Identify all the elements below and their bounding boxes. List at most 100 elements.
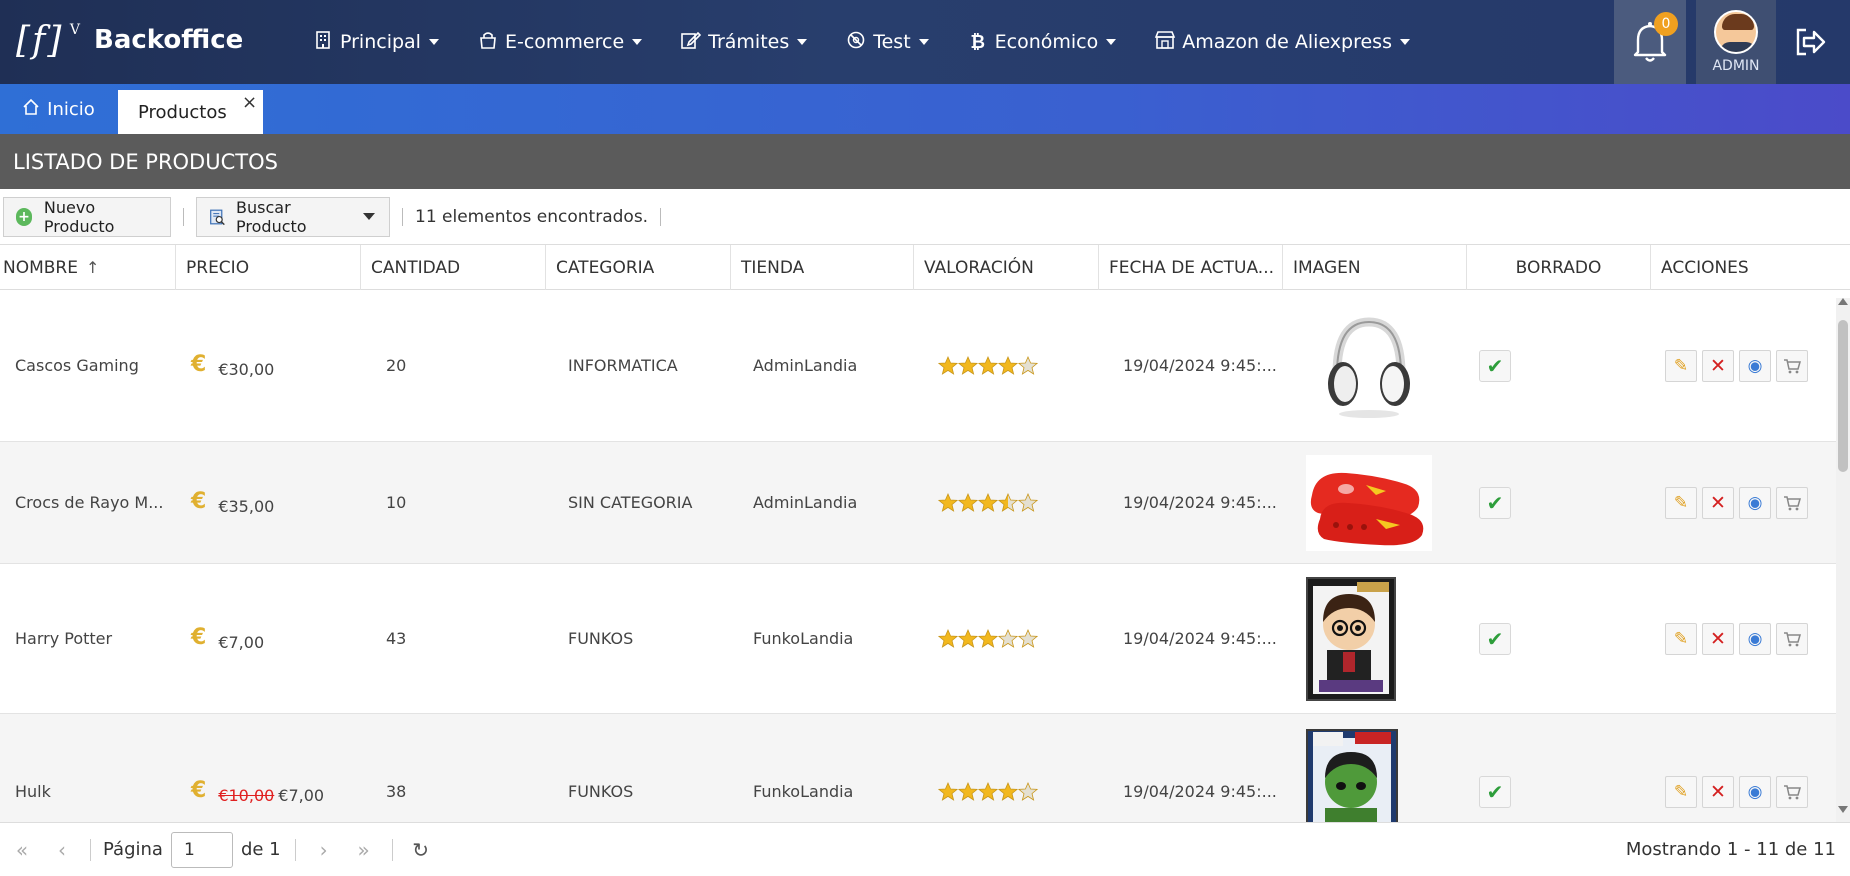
column-header-acciones: ACCIONES <box>1651 245 1850 290</box>
tab-label: Inicio <box>47 98 95 120</box>
store-icon <box>1154 30 1176 54</box>
menu-label: Económico <box>994 31 1099 53</box>
column-header-categoria[interactable]: CATEGORIA <box>546 245 731 290</box>
table-row[interactable]: Cascos Gaming € €30,00 20 INFORMATICA Adm… <box>0 290 1836 442</box>
star-icon <box>1018 628 1038 648</box>
view-eye-icon[interactable]: ◉ <box>1739 486 1771 519</box>
page-label: Página <box>103 839 163 860</box>
notification-count-badge: 0 <box>1654 12 1678 36</box>
cell-precio: € €7,00 <box>176 625 361 652</box>
menu-item-tramites[interactable]: Trámites <box>668 0 819 84</box>
new-product-button[interactable]: + Nuevo Producto <box>3 196 171 237</box>
search-product-button[interactable]: Buscar Producto <box>196 196 390 237</box>
vertical-scrollbar[interactable] <box>1836 298 1850 822</box>
menu-item-amazon-aliexpress[interactable]: Amazon de Aliexpress <box>1142 0 1422 84</box>
cart-icon[interactable] <box>1776 486 1808 519</box>
first-page-icon[interactable]: « <box>2 830 42 870</box>
logout-icon[interactable] <box>1790 22 1830 62</box>
next-page-icon[interactable]: › <box>304 830 344 870</box>
menu-item-test[interactable]: Test <box>833 0 940 84</box>
caret-down-icon <box>1106 39 1117 45</box>
brand-logo[interactable]: [f] V Backoffice <box>16 18 243 62</box>
last-page-icon[interactable]: » <box>344 830 384 870</box>
delete-icon[interactable]: ✕ <box>1702 775 1734 808</box>
column-label: VALORACIÓN <box>924 257 1034 278</box>
check-icon[interactable]: ✔ <box>1479 775 1511 808</box>
delete-icon[interactable]: ✕ <box>1702 349 1734 382</box>
check-icon[interactable]: ✔ <box>1479 622 1511 655</box>
tab-productos[interactable]: Productos × <box>118 90 263 134</box>
table-row[interactable]: Harry Potter € €7,00 43 FUNKOS FunkoLandi… <box>0 564 1836 714</box>
edit-pencil-icon[interactable]: ✎ <box>1665 622 1697 655</box>
cell-borrado: ✔ <box>1467 349 1651 382</box>
menu-item-economico[interactable]: ₿ Económico <box>955 0 1129 84</box>
cell-precio: € €30,00 <box>176 352 361 379</box>
cell-fecha: 19/04/2024 9:45:... <box>1123 629 1277 648</box>
column-header-precio[interactable]: PRECIO <box>176 245 361 290</box>
tab-inicio[interactable]: Inicio <box>0 84 118 134</box>
price-value: €7,00 <box>218 633 265 652</box>
view-eye-icon[interactable]: ◉ <box>1739 775 1771 808</box>
edit-pencil-icon[interactable]: ✎ <box>1665 486 1697 519</box>
star-icon <box>938 355 958 375</box>
edit-pencil-icon[interactable]: ✎ <box>1665 349 1697 382</box>
cell-valoracion <box>914 355 1099 376</box>
scroll-up-arrow-icon[interactable] <box>1838 298 1848 305</box>
cell-tienda: FunkoLandia <box>753 629 854 648</box>
divider <box>391 838 393 861</box>
scrollbar-thumb[interactable] <box>1838 320 1848 472</box>
product-image-headphones <box>1305 311 1433 421</box>
cart-icon[interactable] <box>1776 622 1808 655</box>
table-row[interactable]: Crocs de Rayo M... € €35,00 10 SIN CATEGO… <box>0 442 1836 564</box>
menu-item-principal[interactable]: Principal <box>300 0 451 84</box>
scroll-down-arrow-icon[interactable] <box>1838 806 1848 813</box>
cell-tienda: FunkoLandia <box>753 782 854 801</box>
cart-icon[interactable] <box>1776 349 1808 382</box>
star-icon <box>958 355 978 375</box>
cell-fecha: 19/04/2024 9:45:... <box>1123 493 1277 512</box>
cell-valoracion <box>914 492 1099 513</box>
view-eye-icon[interactable]: ◉ <box>1739 622 1771 655</box>
cell-tienda: AdminLandia <box>753 493 858 512</box>
product-image-funko-harry <box>1305 575 1433 703</box>
table-row[interactable]: Hulk € €10,00 €7,00 38 FUNKOS FunkoLandia … <box>0 714 1836 822</box>
cell-categoria: SIN CATEGORIA <box>568 493 693 512</box>
caret-down-icon <box>797 39 808 45</box>
column-header-fecha[interactable]: FECHA DE ACTUA... <box>1099 245 1283 290</box>
check-icon[interactable]: ✔ <box>1479 349 1511 382</box>
user-label: ADMIN <box>1712 58 1760 74</box>
cell-nombre: Hulk <box>15 782 51 801</box>
delete-icon[interactable]: ✕ <box>1702 622 1734 655</box>
page-number-input[interactable] <box>170 831 233 868</box>
cell-nombre: Harry Potter <box>15 629 113 648</box>
edit-pencil-icon[interactable]: ✎ <box>1665 775 1697 808</box>
column-header-imagen[interactable]: IMAGEN <box>1283 245 1467 290</box>
column-header-nombre[interactable]: NOMBRE ↑ <box>0 245 176 290</box>
star-icon <box>998 492 1018 512</box>
search-form-icon <box>210 209 225 225</box>
column-header-tienda[interactable]: TIENDA <box>731 245 914 290</box>
close-icon[interactable]: × <box>242 92 257 113</box>
column-header-borrado[interactable]: BORRADO <box>1467 245 1651 290</box>
divider <box>660 207 662 226</box>
previous-page-icon[interactable]: ‹ <box>42 830 82 870</box>
cart-icon[interactable] <box>1776 775 1808 808</box>
cell-valoracion <box>914 628 1099 649</box>
view-eye-icon[interactable]: ◉ <box>1739 349 1771 382</box>
column-header-cantidad[interactable]: CANTIDAD <box>361 245 546 290</box>
notifications-button[interactable] <box>1614 0 1686 84</box>
bitcoin-icon: ₿ <box>970 31 985 53</box>
cell-imagen <box>1283 728 1467 822</box>
delete-icon[interactable]: ✕ <box>1702 486 1734 519</box>
table-header: NOMBRE ↑ PRECIO CANTIDAD CATEGORIA TIEND… <box>0 245 1850 290</box>
user-menu[interactable]: ADMIN <box>1696 0 1776 84</box>
divider <box>90 838 91 861</box>
star-rating <box>938 355 1099 376</box>
divider <box>402 207 403 226</box>
cell-categoria: FUNKOS <box>568 782 634 801</box>
check-icon[interactable]: ✔ <box>1479 486 1511 519</box>
avatar <box>1714 10 1758 54</box>
refresh-icon[interactable]: ↻ <box>401 830 441 870</box>
menu-item-ecommerce[interactable]: E-commerce <box>465 0 654 84</box>
column-header-valoracion[interactable]: VALORACIÓN <box>914 245 1099 290</box>
